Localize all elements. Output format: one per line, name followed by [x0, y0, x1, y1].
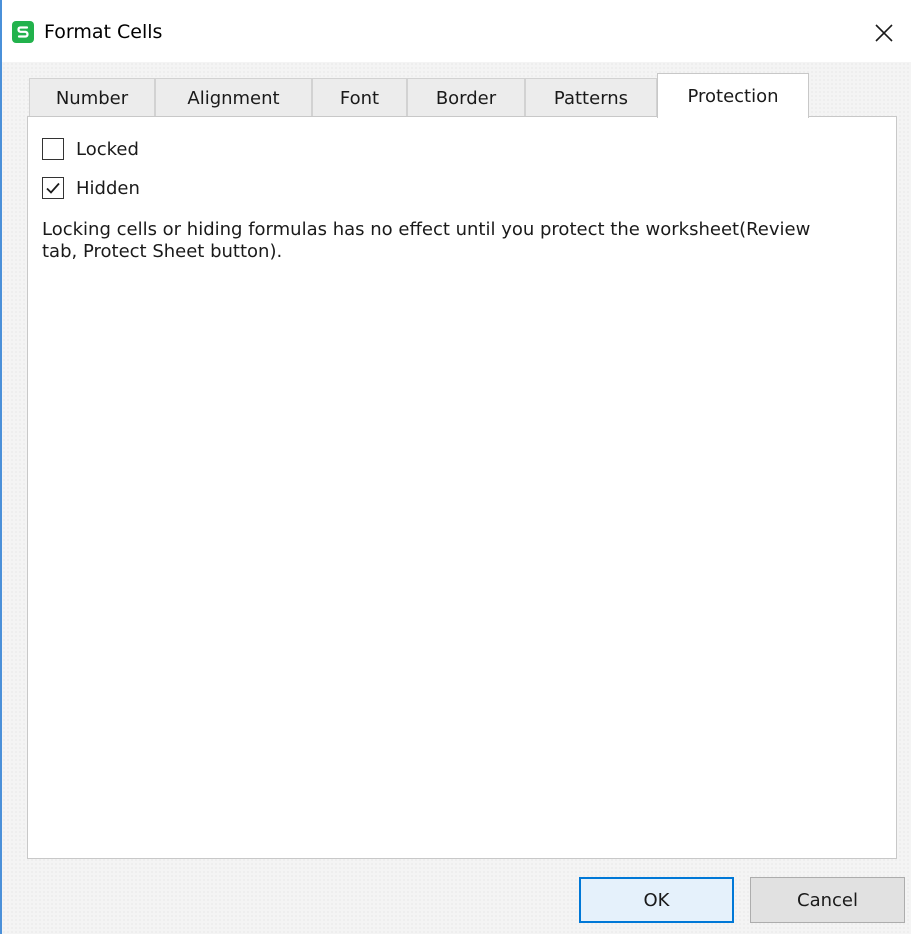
tab-number[interactable]: Number: [29, 78, 155, 118]
tab-patterns[interactable]: Patterns: [525, 78, 657, 118]
tab-protection[interactable]: Protection: [657, 73, 809, 118]
spreadsheet-app-icon: [12, 21, 34, 43]
locked-option[interactable]: Locked: [42, 136, 139, 162]
protection-panel: Locked Hidden Locking cells or hiding fo…: [27, 116, 897, 859]
tab-alignment[interactable]: Alignment: [155, 78, 312, 118]
hidden-label[interactable]: Hidden: [76, 178, 140, 199]
format-cells-dialog: Format Cells Number Alignment Font Borde…: [0, 0, 911, 934]
close-icon[interactable]: [874, 23, 894, 43]
checkmark-icon: [46, 182, 60, 194]
title-bar[interactable]: Format Cells: [2, 0, 911, 62]
locked-label[interactable]: Locked: [76, 139, 139, 160]
tab-strip: Number Alignment Font Border Patterns Pr…: [29, 73, 829, 118]
dialog-title: Format Cells: [44, 21, 163, 43]
hidden-checkbox[interactable]: [42, 177, 64, 199]
hidden-option[interactable]: Hidden: [42, 175, 140, 201]
close-button[interactable]: [864, 14, 904, 52]
tab-font[interactable]: Font: [312, 78, 407, 118]
ok-button[interactable]: OK: [579, 877, 734, 923]
locked-checkbox[interactable]: [42, 138, 64, 160]
protection-note: Locking cells or hiding formulas has no …: [42, 219, 811, 262]
cancel-button[interactable]: Cancel: [750, 877, 905, 923]
tab-border[interactable]: Border: [407, 78, 525, 118]
